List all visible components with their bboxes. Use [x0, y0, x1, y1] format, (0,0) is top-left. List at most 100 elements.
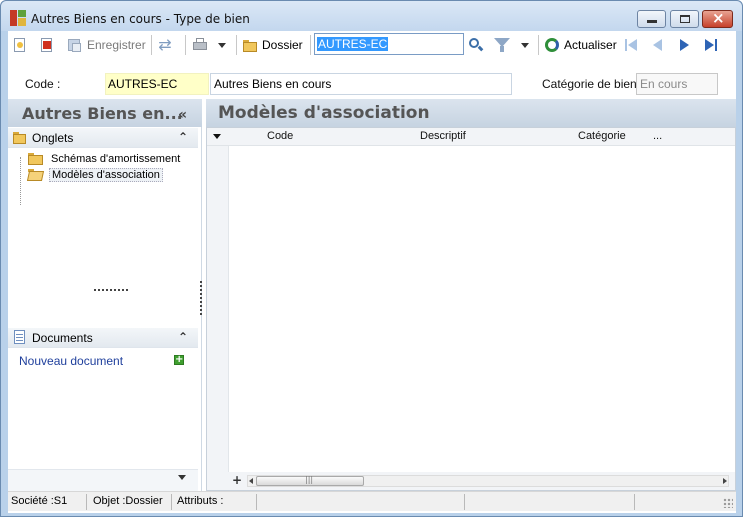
category-field[interactable]: En cours: [636, 73, 718, 95]
sync-icon: ⇄: [158, 35, 172, 54]
left-panel-header: Autres Biens en... «: [8, 99, 202, 127]
toolbar-separator: [185, 35, 186, 55]
splitter-grip[interactable]: [94, 289, 128, 291]
new-document-link[interactable]: Nouveau document: [19, 354, 123, 368]
folder-button[interactable]: Dossier: [242, 36, 303, 54]
print-dropdown[interactable]: [218, 36, 226, 54]
category-label: Catégorie de bien :: [542, 77, 644, 91]
last-record-button[interactable]: [703, 36, 719, 54]
window-title: Autres Biens en cours - Type de bien: [31, 12, 250, 26]
delete-icon: [39, 37, 55, 53]
column-header-description[interactable]: Descriptif: [420, 130, 466, 142]
filter-icon: [494, 37, 510, 53]
filter-dropdown[interactable]: [521, 36, 529, 54]
toolbar-separator: [538, 35, 539, 55]
document-icon: [13, 330, 29, 346]
grid-header: Code Descriptif Catégorie ...: [207, 128, 735, 146]
scrollbar-thumb[interactable]: [256, 475, 364, 486]
collapse-section-icon[interactable]: ⌃: [178, 130, 188, 144]
row-header-column: [207, 146, 229, 472]
status-separator: [256, 494, 257, 510]
content-panel: Modèles d'association Code Descriptif Ca…: [206, 99, 736, 491]
documents-section-header[interactable]: Documents ⌃: [8, 328, 198, 348]
code-field[interactable]: AUTRES-EC: [105, 73, 209, 95]
vertical-splitter-grip[interactable]: [200, 281, 202, 315]
next-icon: [676, 37, 692, 53]
column-menu-icon[interactable]: [213, 134, 221, 139]
chevron-down-icon: [521, 42, 529, 48]
maximize-button[interactable]: [670, 10, 699, 28]
status-bar: Société :S1 Objet :Dossier Attributs :: [8, 491, 736, 511]
search-button[interactable]: [468, 36, 484, 54]
first-record-button[interactable]: [623, 36, 639, 54]
status-object: Objet :Dossier: [93, 495, 163, 507]
status-attributes: Attributs :: [177, 495, 224, 507]
sync-button[interactable]: ⇄: [157, 36, 173, 54]
description-field[interactable]: Autres Biens en cours: [210, 73, 512, 95]
chevron-down-icon: [218, 42, 226, 48]
save-button[interactable]: Enregistrer: [67, 36, 146, 54]
status-company: Société :S1: [11, 495, 68, 507]
client-area: Enregistrer ⇄ Dossier AUTRES-EC Actualis…: [8, 31, 736, 513]
tree-line: [20, 157, 21, 205]
add-icon[interactable]: +: [174, 355, 184, 365]
folder-icon: [13, 131, 29, 147]
minimize-button[interactable]: [637, 10, 666, 28]
save-icon: [67, 37, 83, 53]
grid-footer: +: [207, 472, 735, 490]
left-panel-footer: [8, 469, 198, 491]
tree-item-label: Modèles d'association: [49, 168, 163, 182]
column-header-code[interactable]: Code: [267, 130, 293, 142]
open-folder-icon: [26, 167, 45, 183]
scroll-right-icon[interactable]: [723, 478, 727, 484]
status-separator: [171, 494, 172, 510]
documents-section-title: Documents: [32, 331, 93, 345]
refresh-label: Actualiser: [564, 38, 617, 52]
new-button[interactable]: [12, 36, 28, 54]
filter-button[interactable]: [494, 36, 510, 54]
content-header: Modèles d'association: [206, 99, 736, 127]
previous-record-button[interactable]: [650, 36, 666, 54]
close-button[interactable]: ×: [702, 9, 733, 28]
refresh-icon: [544, 37, 560, 53]
collapse-panel-icon[interactable]: «: [178, 107, 187, 123]
search-input[interactable]: AUTRES-EC: [317, 37, 389, 51]
horizontal-scrollbar[interactable]: [247, 475, 729, 487]
collapse-section-icon[interactable]: ⌃: [178, 330, 188, 344]
refresh-button[interactable]: Actualiser: [544, 36, 617, 54]
tree-item-label: Schémas d'amortissement: [51, 153, 181, 165]
add-row-button[interactable]: +: [232, 473, 242, 487]
folder-icon: [242, 37, 258, 53]
search-icon: [468, 37, 484, 53]
first-record-icon: [623, 37, 639, 53]
print-button[interactable]: [192, 36, 208, 54]
status-separator: [464, 494, 465, 510]
app-icon: [10, 10, 26, 26]
title-bar[interactable]: Autres Biens en cours - Type de bien ×: [1, 1, 742, 31]
column-header-category[interactable]: Catégorie: [578, 130, 626, 142]
chevron-down-icon[interactable]: [178, 475, 186, 480]
delete-button[interactable]: [39, 36, 55, 54]
column-header-more[interactable]: ...: [653, 130, 662, 142]
tabs-section-title: Onglets: [32, 131, 74, 145]
toolbar-separator: [310, 35, 311, 55]
tree-item-association-models[interactable]: Modèles d'association: [26, 167, 163, 183]
tree-item-amortization-schemes[interactable]: Schémas d'amortissement: [28, 151, 182, 167]
search-box[interactable]: AUTRES-EC: [314, 33, 464, 55]
new-document-icon: [12, 37, 28, 53]
next-record-button[interactable]: [676, 36, 692, 54]
last-record-icon: [703, 37, 719, 53]
close-icon: ×: [712, 9, 725, 27]
resize-grip[interactable]: [723, 498, 733, 508]
tabs-section-header[interactable]: Onglets ⌃: [8, 128, 198, 148]
content-title: Modèles d'association: [218, 103, 430, 123]
left-navigation-panel: Autres Biens en... « Onglets ⌃ Schémas d…: [8, 99, 202, 491]
left-panel-title: Autres Biens en...: [22, 104, 183, 123]
scroll-left-icon[interactable]: [249, 478, 253, 484]
status-separator: [634, 494, 635, 510]
toolbar: Enregistrer ⇄ Dossier AUTRES-EC Actualis…: [8, 31, 736, 59]
data-grid[interactable]: Code Descriptif Catégorie ... +: [206, 127, 736, 491]
status-separator: [86, 494, 87, 510]
folder-label: Dossier: [262, 38, 303, 52]
code-label: Code :: [25, 77, 61, 91]
